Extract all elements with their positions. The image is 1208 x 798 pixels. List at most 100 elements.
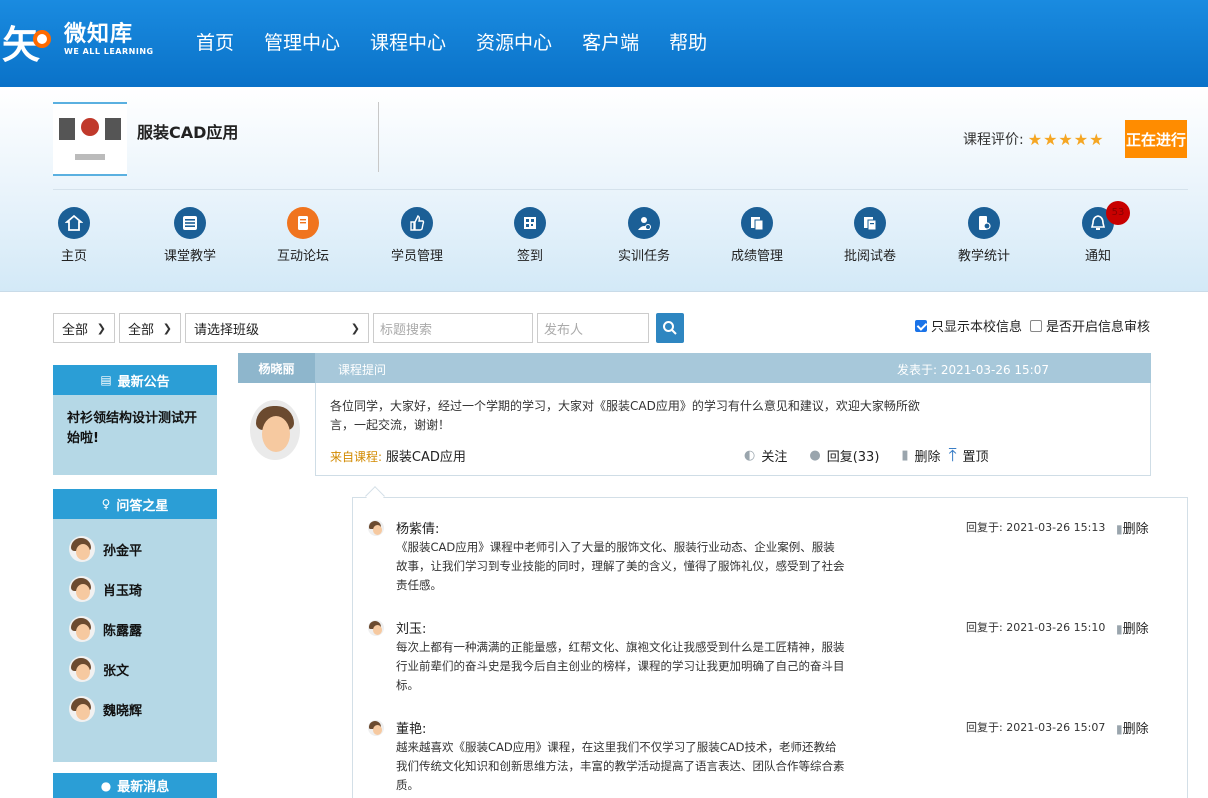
reply-author[interactable]: 杨紫倩: (396, 518, 439, 537)
delete-button[interactable]: ▮ 删除 (901, 446, 940, 465)
tool-label: 互动论坛 (276, 249, 329, 264)
title-search-input[interactable]: 标题搜索 (373, 313, 533, 343)
course-status-button[interactable]: 正在进行 (1125, 120, 1187, 158)
reply-delete-button[interactable]: ▮删除 (1116, 718, 1149, 737)
thumb-icon (401, 207, 433, 239)
qa-star-header: ♀ 问答之星 (53, 489, 217, 519)
trash-icon: ▮ (1116, 722, 1123, 736)
site-logo[interactable]: 矢 微知库 WE ALL LEARNING (0, 18, 154, 67)
course-rating: 课程评价: ★★★★★ (963, 129, 1104, 149)
tool-home[interactable]: 主页 (24, 207, 124, 264)
pin-button[interactable]: ⤒ 置顶 (949, 445, 989, 466)
tool-forum[interactable]: 互动论坛 (253, 207, 353, 264)
pin-top-icon: ⤒ (948, 445, 957, 466)
nav-help[interactable]: 帮助 (669, 30, 707, 56)
class-select[interactable]: 请选择班级 ❯ (185, 313, 369, 343)
type-select[interactable]: 全部 ❯ (119, 313, 181, 343)
reply-list: 杨紫倩: 《服装CAD应用》课程中老师引入了大量的服饰文化、服装行业动态、企业案… (352, 497, 1188, 798)
reply-text: 越来越喜欢《服装CAD应用》课程，在这里我们不仅学习了服装CAD技术，老师还教给… (396, 740, 845, 792)
list-item[interactable]: 魏晓辉 (53, 689, 217, 729)
tool-stats[interactable]: 教学统计 (934, 207, 1034, 264)
reply-time: 回复于: 2021-03-26 15:13 (966, 521, 1106, 534)
post-source-course[interactable]: 服装CAD应用 (386, 450, 466, 465)
logo-dot-icon (33, 30, 51, 48)
tool-grades[interactable]: 成绩管理 (707, 207, 807, 264)
tool-notify[interactable]: 53 通知 (1048, 201, 1148, 264)
notice-link[interactable]: 衬衫领结构设计测试开始啦! (53, 395, 217, 463)
logo-text: 微知库 WE ALL LEARNING (64, 23, 154, 57)
reply-button[interactable]: ● 回复(33) (809, 446, 879, 465)
notice-icon: ▤ (100, 373, 112, 387)
nav-resources[interactable]: 资源中心 (476, 30, 552, 56)
chevron-down-icon: ❯ (162, 321, 172, 335)
post-source: 来自课程: 服装CAD应用 (330, 450, 466, 465)
avatar (368, 520, 384, 536)
tool-label: 学员管理 (390, 249, 443, 264)
forum-icon (287, 207, 319, 239)
list-icon (174, 207, 206, 239)
award-icon: ♀ (101, 497, 111, 511)
list-item[interactable]: 肖玉琦 (53, 569, 217, 609)
chevron-down-icon: ❯ (96, 321, 106, 335)
reply-delete-button[interactable]: ▮删除 (1116, 518, 1149, 537)
qa-star-panel: ♀ 问答之星 孙金平 肖玉琦 陈露露 张文 魏晓辉 (53, 489, 217, 762)
avatar (69, 656, 95, 682)
nav-home[interactable]: 首页 (196, 30, 234, 56)
list-item[interactable]: 孙金平 (53, 529, 217, 569)
course-thumbnail[interactable] (53, 102, 127, 176)
reply-time: 回复于: 2021-03-26 15:07 (966, 721, 1106, 734)
divider (53, 189, 1188, 190)
reply-author[interactable]: 董艳: (396, 718, 426, 737)
only-school-checkbox[interactable] (915, 319, 927, 332)
tool-label: 成绩管理 (730, 249, 783, 264)
post-author[interactable]: 杨晓丽 (238, 353, 315, 383)
avatar (368, 720, 384, 736)
avatar (69, 616, 95, 642)
tool-label: 实训任务 (617, 249, 670, 264)
trash-icon: ▮ (1116, 522, 1123, 536)
avatar (69, 536, 95, 562)
grade-icon (741, 207, 773, 239)
logo-en: WE ALL LEARNING (64, 47, 154, 56)
tool-training[interactable]: 实训任务 (594, 207, 694, 264)
chevron-down-icon: ❯ (350, 321, 360, 335)
paper-icon (854, 207, 886, 239)
course-title: 服装CAD应用 (137, 123, 239, 142)
course-header: 服装CAD应用 课程评价: ★★★★★ 正在进行 主页 课堂教学 互动论坛 学员… (0, 87, 1208, 292)
post-actions: ◐ 关注 ● 回复(33) ▮ 删除 ⤒ 置顶 (744, 445, 1011, 466)
follow-icon: ◐ (744, 448, 756, 463)
reply-time: 回复于: 2021-03-26 15:10 (966, 621, 1106, 634)
reply-delete-button[interactable]: ▮删除 (1116, 618, 1149, 637)
tool-review[interactable]: 批阅试卷 (820, 207, 920, 264)
search-icon (663, 321, 677, 335)
only-school-label: 只显示本校信息 (931, 320, 1023, 335)
scope-select[interactable]: 全部 ❯ (53, 313, 115, 343)
publisher-input[interactable]: 发布人 (537, 313, 649, 343)
nav-client[interactable]: 客户端 (582, 30, 639, 56)
reply-author[interactable]: 刘玉: (396, 618, 426, 637)
main-nav: 首页 管理中心 课程中心 资源中心 客户端 帮助 (196, 30, 737, 56)
nav-courses[interactable]: 课程中心 (370, 30, 446, 56)
notification-badge: 53 (1106, 201, 1130, 225)
list-item[interactable]: 陈露露 (53, 609, 217, 649)
tool-signin[interactable]: 签到 (480, 207, 580, 264)
news-panel: ● 最新消息 (53, 773, 217, 798)
tool-label: 课堂教学 (163, 249, 216, 264)
top-navbar: 矢 微知库 WE ALL LEARNING 首页 管理中心 课程中心 资源中心 … (0, 0, 1208, 87)
nav-management[interactable]: 管理中心 (264, 30, 340, 56)
tool-classroom[interactable]: 课堂教学 (140, 207, 240, 264)
star-list: 孙金平 肖玉琦 陈露露 张文 魏晓辉 (53, 519, 217, 729)
tool-label: 批阅试卷 (843, 249, 896, 264)
list-item[interactable]: 张文 (53, 649, 217, 689)
stats-icon (968, 207, 1000, 239)
avatar (69, 576, 95, 602)
search-button[interactable] (656, 313, 684, 343)
tool-students[interactable]: 学员管理 (367, 207, 467, 264)
post-type: 课程提问 (338, 363, 387, 377)
post-content: 各位同学，大家好，经过一个学期的学习，大家对《服装CAD应用》的学习有什么意见和… (330, 399, 920, 432)
avatar (69, 696, 95, 722)
audit-checkbox[interactable] (1030, 319, 1043, 332)
qr-icon (514, 207, 546, 239)
follow-button[interactable]: ◐ 关注 (744, 446, 787, 465)
course-toolbar: 主页 课堂教学 互动论坛 学员管理 签到 实训任务 成绩管理 批阅试卷 教学统计… (0, 201, 1208, 277)
